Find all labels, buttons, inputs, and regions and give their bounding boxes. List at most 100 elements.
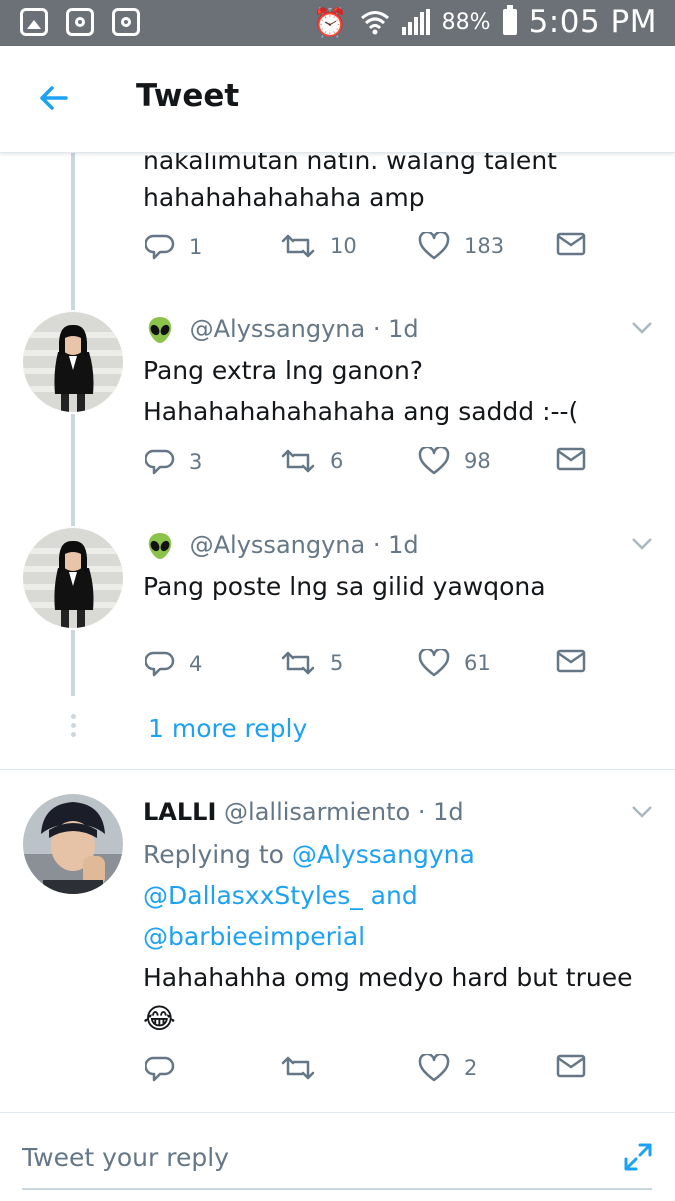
battery-percent: 88% [441,9,491,35]
retweet-icon [281,449,315,473]
tweet-text-line: Hahahahahahahaha ang saddd :--( [143,397,579,426]
reply-action[interactable]: 1 [145,232,202,262]
like-count: 61 [464,651,491,675]
heart-icon [418,232,450,260]
retweet-action[interactable]: 10 [280,232,357,260]
heart-icon [418,1054,450,1082]
instagram-notification-icon [112,8,140,36]
chevron-down-icon[interactable] [630,804,654,820]
reply-count: 1 [189,235,203,259]
tweet-header: @Alyssangyna · 1d [146,315,419,345]
mention-link[interactable]: @DallasxxStyles_ [143,881,363,910]
reply-icon [145,234,175,260]
like-action[interactable]: 2 [418,1054,477,1082]
status-bar: ⏰ 88% 5:05 PM [0,0,675,46]
reply-count: 4 [189,652,203,676]
and-others-link[interactable]: and [371,881,418,910]
dot-separator: · [372,531,381,559]
tweet-handle[interactable]: @Alyssangyna [190,315,366,343]
divider [0,769,675,770]
retweet-count: 6 [330,449,344,473]
reply-input[interactable]: Tweet your reply [22,1143,229,1172]
more-replies-link[interactable]: 1 more reply [148,708,307,749]
thread-line [71,414,75,526]
tweet-header: @Alyssangyna · 1d [146,531,419,561]
tweet-actions: 4 5 61 [143,649,593,689]
tweet-header: LALLI @lallisarmiento · 1d [143,798,464,826]
replying-to: Replying to @Alyssangyna [143,834,475,875]
like-action[interactable]: 61 [418,649,491,677]
mention-link[interactable]: @barbieeimperial [143,916,365,957]
alien-emoji-icon [148,317,172,343]
envelope-icon [556,447,586,471]
dm-action[interactable] [556,232,586,256]
tweet-handle[interactable]: @lallisarmiento [224,798,410,826]
retweet-action[interactable]: 6 [280,447,343,475]
reply-icon [145,1056,175,1082]
battery-icon [502,5,517,35]
tweet-time: 1d [388,531,419,559]
like-count: 183 [464,234,505,258]
back-arrow-icon[interactable] [32,76,76,120]
dm-action[interactable] [556,649,586,673]
like-count: 2 [464,1056,478,1080]
page-title: Tweet [136,78,240,114]
dot-separator: · [372,315,381,343]
retweet-action[interactable] [280,1054,330,1082]
dm-action[interactable] [556,447,586,471]
clock: 5:05 PM [528,4,657,40]
thread-line [71,630,75,696]
mention-link[interactable]: @Alyssangyna [292,840,475,869]
dot-separator: · [417,798,426,826]
tweet-actions: 1 10 183 [143,232,593,272]
like-action[interactable]: 183 [418,232,504,260]
laughing-emoji: 😂 [143,1002,176,1035]
gallery-notification-icon [20,8,48,36]
dm-action[interactable] [556,1054,586,1078]
wifi-icon [360,11,389,35]
retweet-count: 10 [330,234,357,258]
reply-action[interactable] [145,1054,189,1084]
tweet-time: 1d [388,315,419,343]
display-name[interactable]: LALLI [143,798,216,826]
tweet-text-line: Pang extra lng ganon? [143,356,424,385]
retweet-action[interactable]: 5 [280,649,343,677]
tweet-text-line: Hahahahha omg medyo hard but truee [143,963,633,992]
reply-input-underline [22,1188,652,1190]
like-count: 98 [464,449,491,473]
reply-icon [145,449,175,475]
expand-icon[interactable] [622,1141,654,1173]
chevron-down-icon[interactable] [630,536,654,552]
tweet-actions: 3 6 98 [143,447,593,487]
replying-prefix: Replying to [143,840,284,869]
tweet-actions: 2 [143,1054,593,1094]
instagram-notification-icon [66,8,94,36]
tweet-text-line: hahahahahahaha amp [143,183,425,212]
avatar[interactable] [23,312,123,412]
heart-icon [418,649,450,677]
envelope-icon [556,232,586,256]
reply-action[interactable]: 3 [145,447,202,477]
alien-emoji-icon [148,533,172,559]
avatar[interactable] [23,528,123,628]
alarm-icon: ⏰ [312,5,348,39]
thread-line [71,152,75,310]
reply-action[interactable]: 4 [145,649,202,679]
retweet-count: 5 [330,651,344,675]
retweet-icon [281,651,315,675]
reply-count: 3 [189,450,203,474]
retweet-icon [281,234,315,258]
reply-composer[interactable]: Tweet your reply [0,1112,675,1201]
tweet-text-line: Pang poste lng sa gilid yawqona [143,572,546,601]
chevron-down-icon[interactable] [630,320,654,336]
like-action[interactable]: 98 [418,447,491,475]
envelope-icon [556,1054,586,1078]
thread-more-dots [69,714,77,737]
heart-icon [418,447,450,475]
replying-to-line: @DallasxxStyles_ and [143,875,418,916]
tweet-handle[interactable]: @Alyssangyna [190,531,366,559]
signal-icon [401,9,430,35]
retweet-icon [281,1056,315,1080]
avatar[interactable] [23,794,123,894]
reply-icon [145,651,175,677]
